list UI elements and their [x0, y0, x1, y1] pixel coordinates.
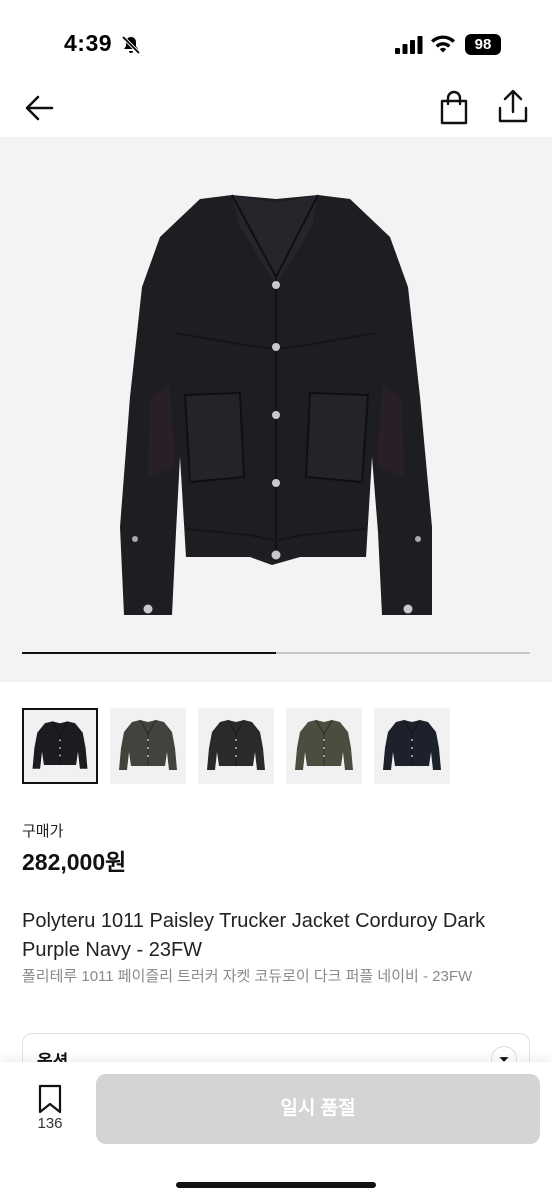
signal-icon: [395, 36, 423, 54]
thumbnail-jacket-image: [383, 719, 441, 770]
thumbnail-jacket-image: [32, 721, 88, 769]
sold-out-button[interactable]: 일시 품절: [96, 1074, 540, 1144]
thumbnail-jacket-image: [119, 719, 177, 770]
product-image-carousel[interactable]: [0, 137, 552, 682]
shopping-bag-icon[interactable]: [437, 90, 471, 126]
thumbnail-strip: [22, 708, 532, 788]
bottom-action-bar: 136 일시 품절: [0, 1062, 552, 1200]
product-title-en: Polyteru 1011 Paisley Trucker Jacket Cor…: [22, 910, 486, 961]
product-thumbnail[interactable]: [198, 708, 274, 784]
product-thumbnail[interactable]: [110, 708, 186, 784]
battery-icon: 98: [465, 34, 501, 55]
thumbnail-jacket-image: [207, 719, 265, 770]
carousel-progress-fill: [22, 652, 276, 654]
bell-slash-icon: [121, 35, 141, 55]
carousel-progress-track: [22, 652, 530, 654]
product-photo-jacket: [120, 194, 432, 615]
status-bar: 4:39 98: [0, 0, 552, 80]
price-label: 구매가: [22, 823, 64, 840]
home-indicator: [176, 1182, 376, 1188]
back-arrow-icon[interactable]: [20, 90, 60, 126]
product-thumbnail[interactable]: [22, 708, 98, 784]
product-thumbnail[interactable]: [374, 708, 450, 784]
share-icon[interactable]: [494, 88, 532, 126]
wifi-icon: [431, 35, 455, 53]
price-value: 282,000원: [22, 849, 127, 875]
product-thumbnail[interactable]: [286, 708, 362, 784]
thumbnail-jacket-image: [295, 719, 353, 770]
product-title-ko: 폴리테루 1011 페이즐리 트러커 자켓 코듀로이 다크 퍼플 네이비 - 2…: [22, 968, 473, 985]
wish-count: 136: [37, 1115, 63, 1132]
bookmark-icon[interactable]: [37, 1084, 63, 1114]
top-nav-bar: [0, 80, 552, 136]
status-time: 4:39: [64, 30, 113, 56]
